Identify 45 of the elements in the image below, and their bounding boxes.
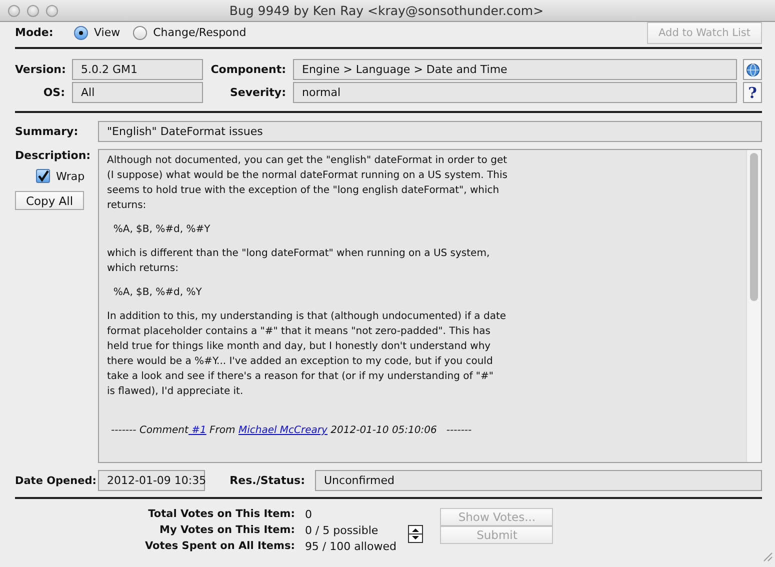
copy-all-button[interactable]: Copy All [15,191,84,210]
window-title: Bug 9949 by Ken Ray <kray@sonsothunder.com> [228,3,545,18]
description-textarea[interactable] [98,149,762,463]
votes-value: 95 / 100 allowed [304,540,396,553]
window-zoom-button[interactable] [46,4,58,16]
description-paragraph: In addition to this, my understanding is that (although undocumented) if a date format placeholder contains a "#" that it means "not zero-padded". This has held true for things like month and day, but I honestly don't understand why there would be a %#Y... I've added an exception to my code, but if you could take a look and see if there's a reason for that (or if my understanding of "#" is flawed), I'd appreciate it. [107,310,508,399]
version-label: Version: [15,63,65,76]
description-paragraph: %A, $B, %#d, %#Y [112,223,212,237]
comment-number-link[interactable]: #1 [188,425,206,436]
summary-label: Summary: [15,125,80,138]
component-field: Engine > Language > Date and Time [293,59,737,80]
os-field: All [72,82,203,103]
votes-label: Total Votes on This Item: [147,508,295,521]
description-paragraph: Although not documented, you can get the "english" dateFormat in order to get (I suppose) what would be the normal dateFormat running on a US system. This seems to hold true with the exception of the "long english dateFormat", which returns: [107,154,508,213]
window-close-button[interactable] [8,4,20,16]
votes-label: My Votes on This Item: [158,524,295,537]
severity-field: normal [293,82,737,103]
comment-header: ------- Comment #1 From Michael McCreary 2012-01-10 05:10:06 ------- [110,424,473,438]
component-info-button[interactable] [743,59,762,80]
description-label: Description: [15,149,92,162]
help-button[interactable]: ? [743,82,762,103]
summary-field: "English" DateFormat issues [98,121,762,142]
component-label: Component: [210,63,286,76]
scrollbar-thumb[interactable] [750,153,758,301]
description-paragraph: %A, $B, %#d, %Y [112,286,203,300]
mode-radio[interactable]: Change/Respond [133,26,246,40]
votes-value: 0 / 5 possible [304,524,380,537]
window-minimize-button[interactable] [27,4,39,16]
mode-radio[interactable]: View [74,26,120,40]
resize-grip-icon[interactable] [763,552,773,562]
author-link[interactable]: Michael McCreary [238,425,328,436]
status-label: Res./Status: [228,474,306,487]
globe-icon [746,62,760,76]
date-opened-label: Date Opened: [15,474,98,486]
votes-stepper[interactable] [408,525,424,543]
severity-label: Severity: [228,86,286,99]
version-field: 5.0.2 GM1 [72,59,203,80]
os-label: OS: [42,86,65,99]
description-paragraph: which is different than the "long dateFormat" when running on a US system, which returns: [107,247,491,276]
wrap-checkbox[interactable]: Wrap [36,169,98,183]
votes-value: 0 [304,508,313,521]
votes-label: Votes Spent on All Items: [145,540,295,553]
mode-label: Mode: [15,26,54,39]
date-opened-field: 2012-01-09 10:35 [98,470,205,491]
status-field: Unconfirmed [315,470,762,491]
